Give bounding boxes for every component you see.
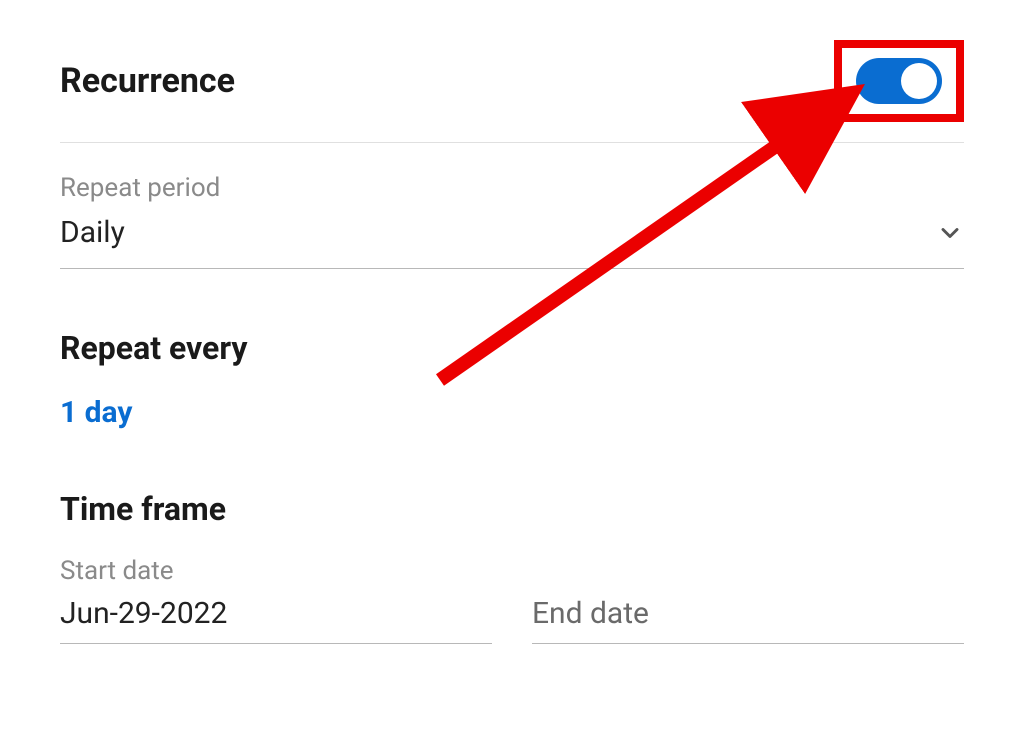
repeat-every-heading: Repeat every xyxy=(60,329,964,367)
end-date-field[interactable]: End date xyxy=(532,556,964,644)
repeat-period-value: Daily xyxy=(60,215,125,250)
start-date-label: Start date xyxy=(60,556,492,586)
repeat-period-label: Repeat period xyxy=(60,173,964,203)
recurrence-heading: Recurrence xyxy=(60,61,235,101)
chevron-down-icon xyxy=(936,219,964,247)
toggle-knob-icon xyxy=(901,63,937,99)
start-date-value: Jun-29-2022 xyxy=(60,596,492,631)
end-date-label: End date xyxy=(532,596,964,631)
annotation-highlight-box xyxy=(834,40,964,122)
repeat-period-select[interactable]: Daily xyxy=(60,215,964,269)
start-date-field[interactable]: Start date Jun-29-2022 xyxy=(60,556,492,644)
recurrence-toggle[interactable] xyxy=(856,58,942,104)
time-frame-heading: Time frame xyxy=(60,490,964,528)
repeat-every-value-link[interactable]: 1 day xyxy=(60,395,133,430)
